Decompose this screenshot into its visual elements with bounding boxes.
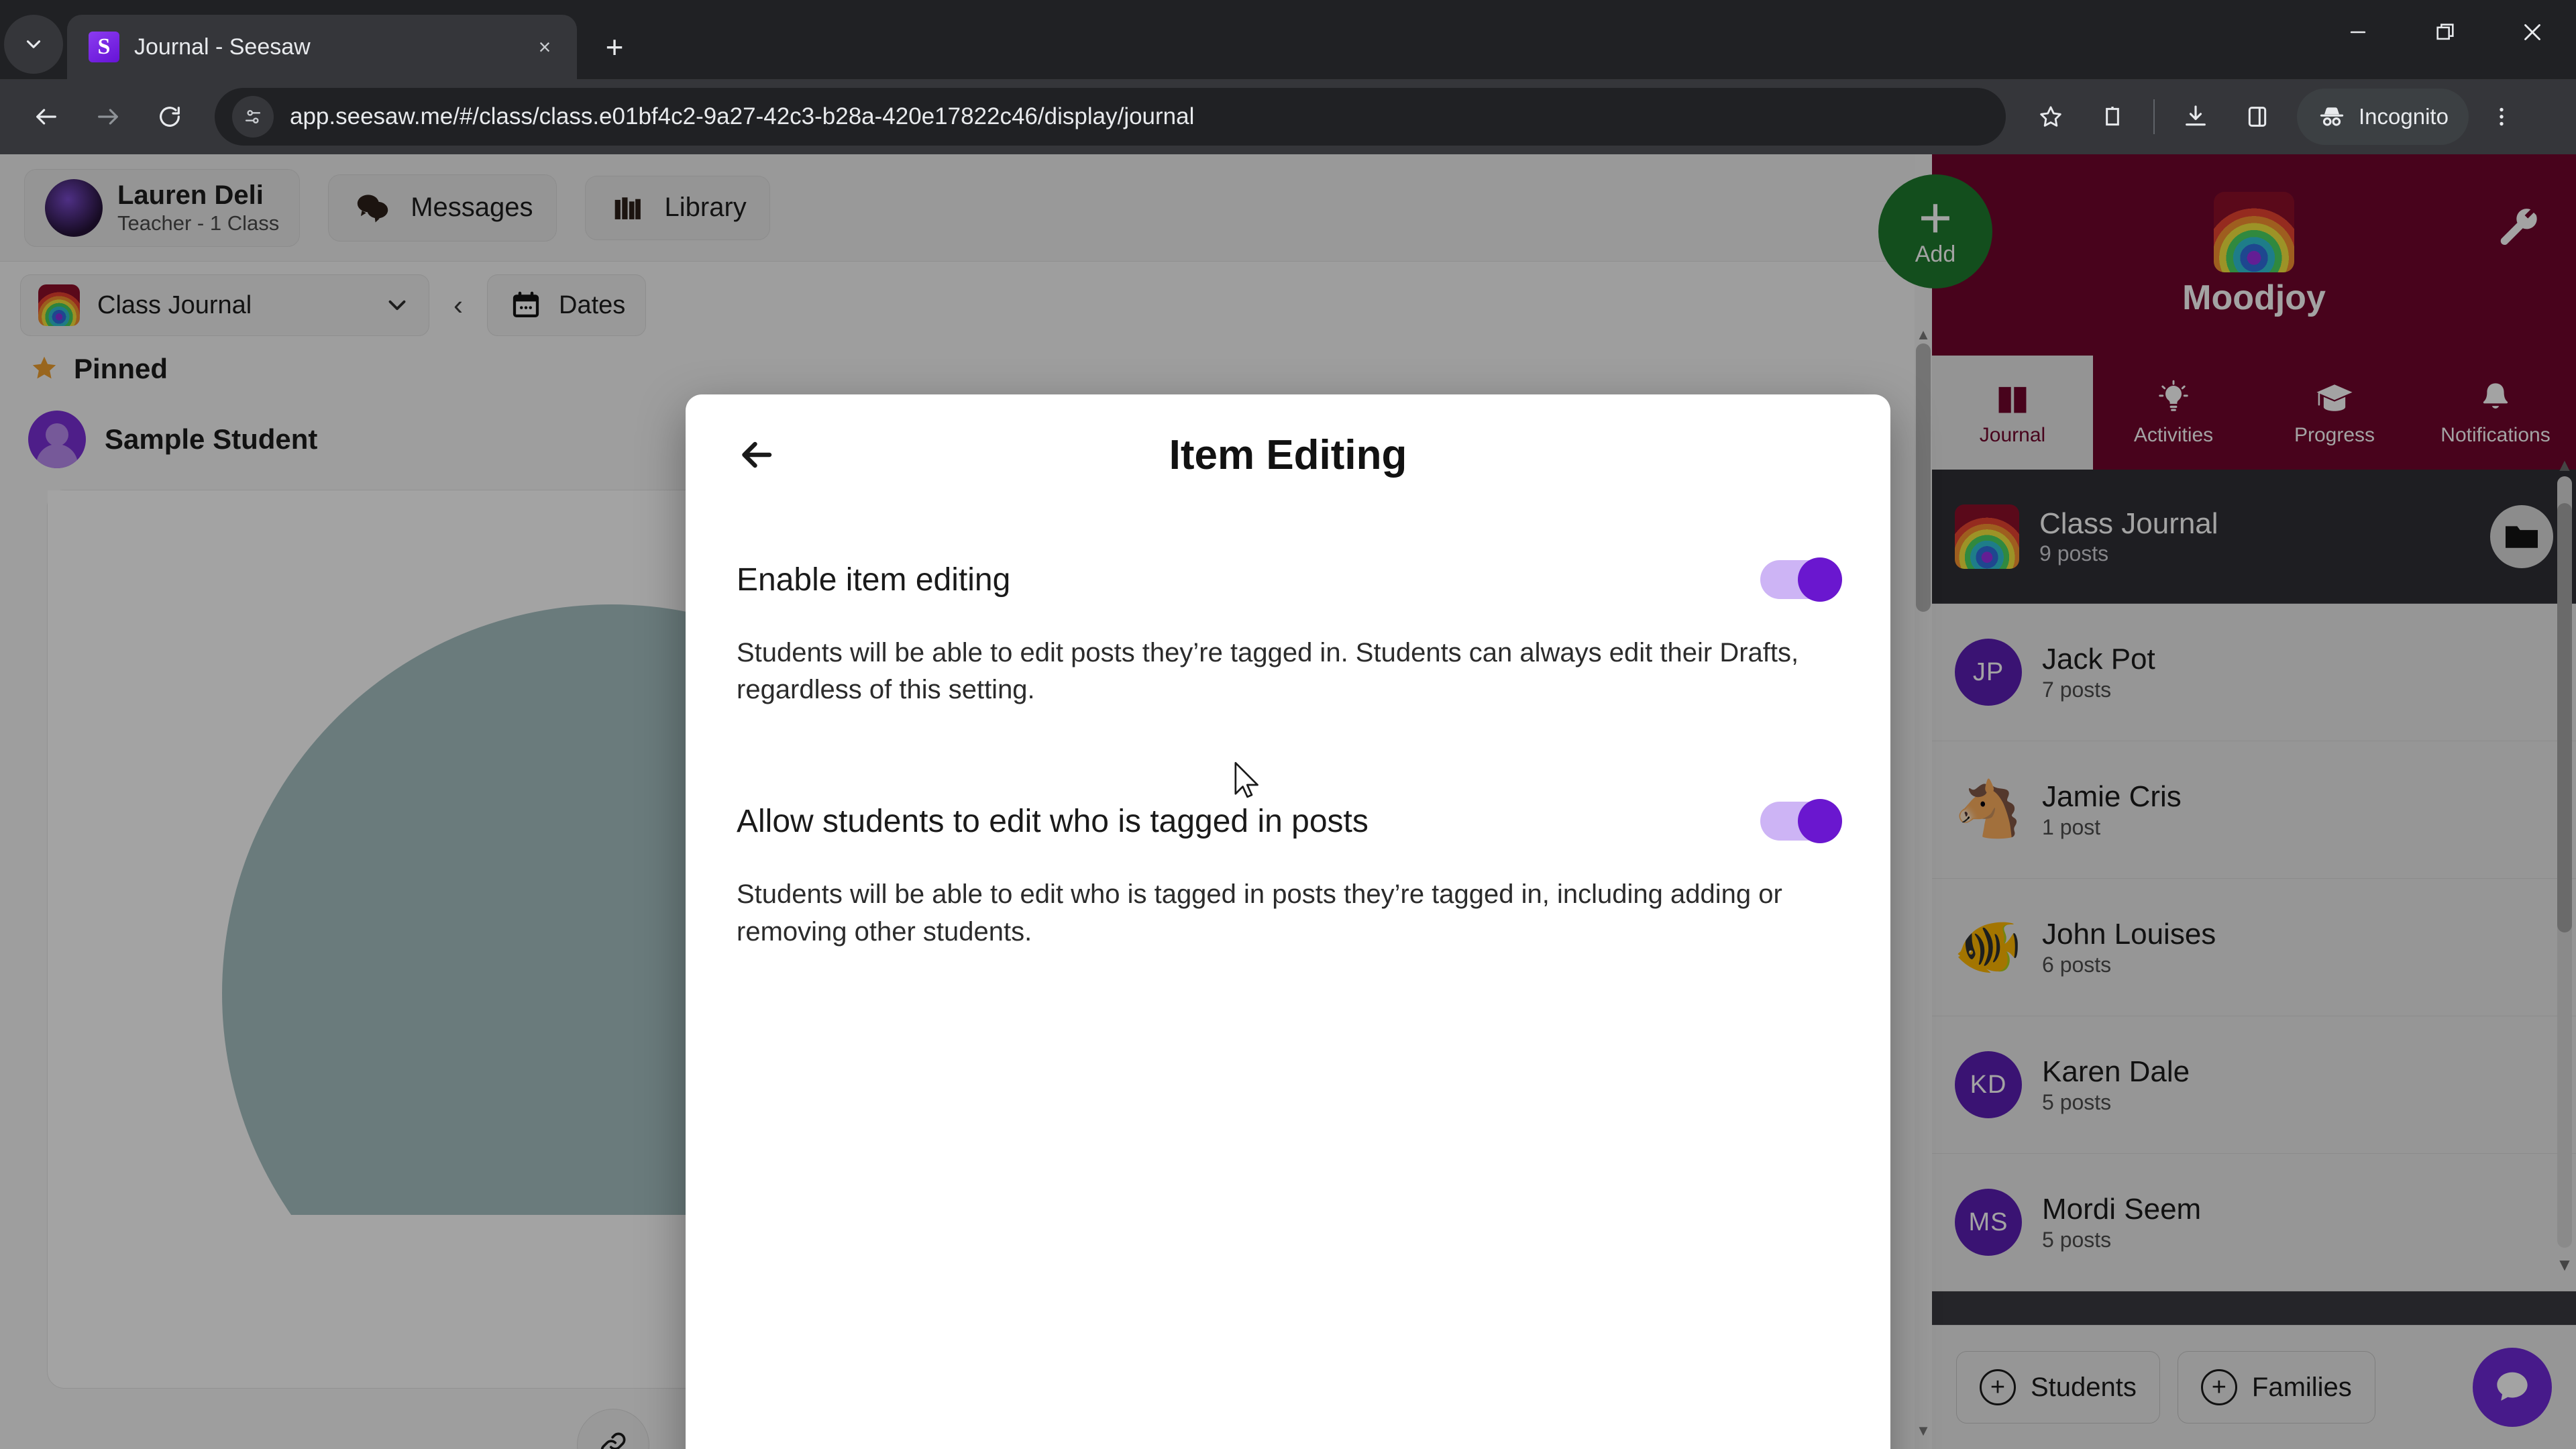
downloads-button[interactable]: [2167, 88, 2224, 146]
extensions-icon: [2106, 107, 2119, 126]
toggle-knob: [1798, 557, 1842, 602]
close-window-button[interactable]: [2489, 0, 2576, 64]
address-bar[interactable]: app.seesaw.me/#/class/class.e01bf4c2-9a2…: [215, 88, 2006, 146]
side-panel-icon: [2248, 107, 2267, 127]
kebab-menu-icon: [2500, 107, 2504, 126]
incognito-indicator[interactable]: Incognito: [2297, 89, 2469, 145]
enable-item-editing-toggle[interactable]: [1760, 557, 1842, 602]
arrow-left-icon: [742, 441, 772, 468]
browser-window: S Journal - Seesaw × + app.seesaw.me/#/c…: [0, 0, 2576, 1449]
back-button[interactable]: [727, 426, 785, 484]
maximize-button[interactable]: [2402, 0, 2489, 64]
page-settings-icon[interactable]: [232, 96, 274, 138]
setting-row-enable-item-editing: Enable item editing: [737, 547, 1842, 612]
reload-button[interactable]: [141, 88, 199, 146]
chevron-down-icon: [26, 40, 41, 48]
reload-icon: [160, 107, 180, 127]
tab-search-button[interactable]: [4, 15, 63, 74]
forward-button[interactable]: [79, 88, 137, 146]
modal-header: Item Editing: [686, 394, 1890, 515]
toolbar-divider: [2153, 99, 2155, 134]
setting-label: Allow students to edit who is tagged in …: [737, 803, 1368, 839]
arrow-right-icon: [98, 109, 118, 125]
setting-description: Students will be able to edit who is tag…: [737, 879, 1782, 947]
arrow-left-icon: [36, 109, 56, 125]
incognito-icon: [2320, 107, 2344, 126]
minimize-icon: [2350, 31, 2366, 34]
minimize-button[interactable]: [2314, 0, 2402, 64]
edit-tagged-students-toggle[interactable]: [1760, 799, 1842, 844]
toggle-knob: [1798, 799, 1842, 844]
browser-toolbar: app.seesaw.me/#/class/class.e01bf4c2-9a2…: [0, 79, 2576, 154]
window-controls: [2314, 0, 2576, 79]
url-text: app.seesaw.me/#/class/class.e01bf4c2-9a2…: [290, 103, 1195, 129]
extensions-button[interactable]: [2084, 88, 2141, 146]
tab-strip: S Journal - Seesaw × +: [0, 0, 2576, 79]
setting-row-edit-tagged-students: Allow students to edit who is tagged in …: [737, 789, 1842, 853]
chrome-menu-button[interactable]: [2473, 88, 2530, 146]
maximize-icon: [2436, 23, 2454, 40]
new-tab-button[interactable]: +: [590, 23, 639, 71]
setting-label: Enable item editing: [737, 561, 1011, 598]
back-button[interactable]: [17, 88, 75, 146]
incognito-label: Incognito: [2359, 104, 2449, 129]
seesaw-favicon: S: [89, 32, 119, 62]
modal-title: Item Editing: [1169, 431, 1407, 478]
page-viewport: Lauren Deli Teacher - 1 Class Messages L…: [0, 154, 2576, 1449]
star-icon: [2040, 106, 2061, 127]
item-editing-modal: Item Editing Enable item editing Student…: [686, 394, 1890, 1449]
download-icon: [2186, 105, 2206, 126]
bookmark-button[interactable]: [2022, 88, 2080, 146]
tab-close-button[interactable]: ×: [527, 30, 562, 64]
side-panel-button[interactable]: [2229, 88, 2286, 146]
tab-title: Journal - Seesaw: [134, 34, 311, 60]
modal-body: Enable item editing Students will be abl…: [686, 515, 1890, 951]
browser-tab[interactable]: S Journal - Seesaw ×: [67, 15, 577, 79]
close-icon: [2524, 24, 2540, 40]
setting-description: Students will be able to edit posts they…: [737, 638, 1799, 705]
